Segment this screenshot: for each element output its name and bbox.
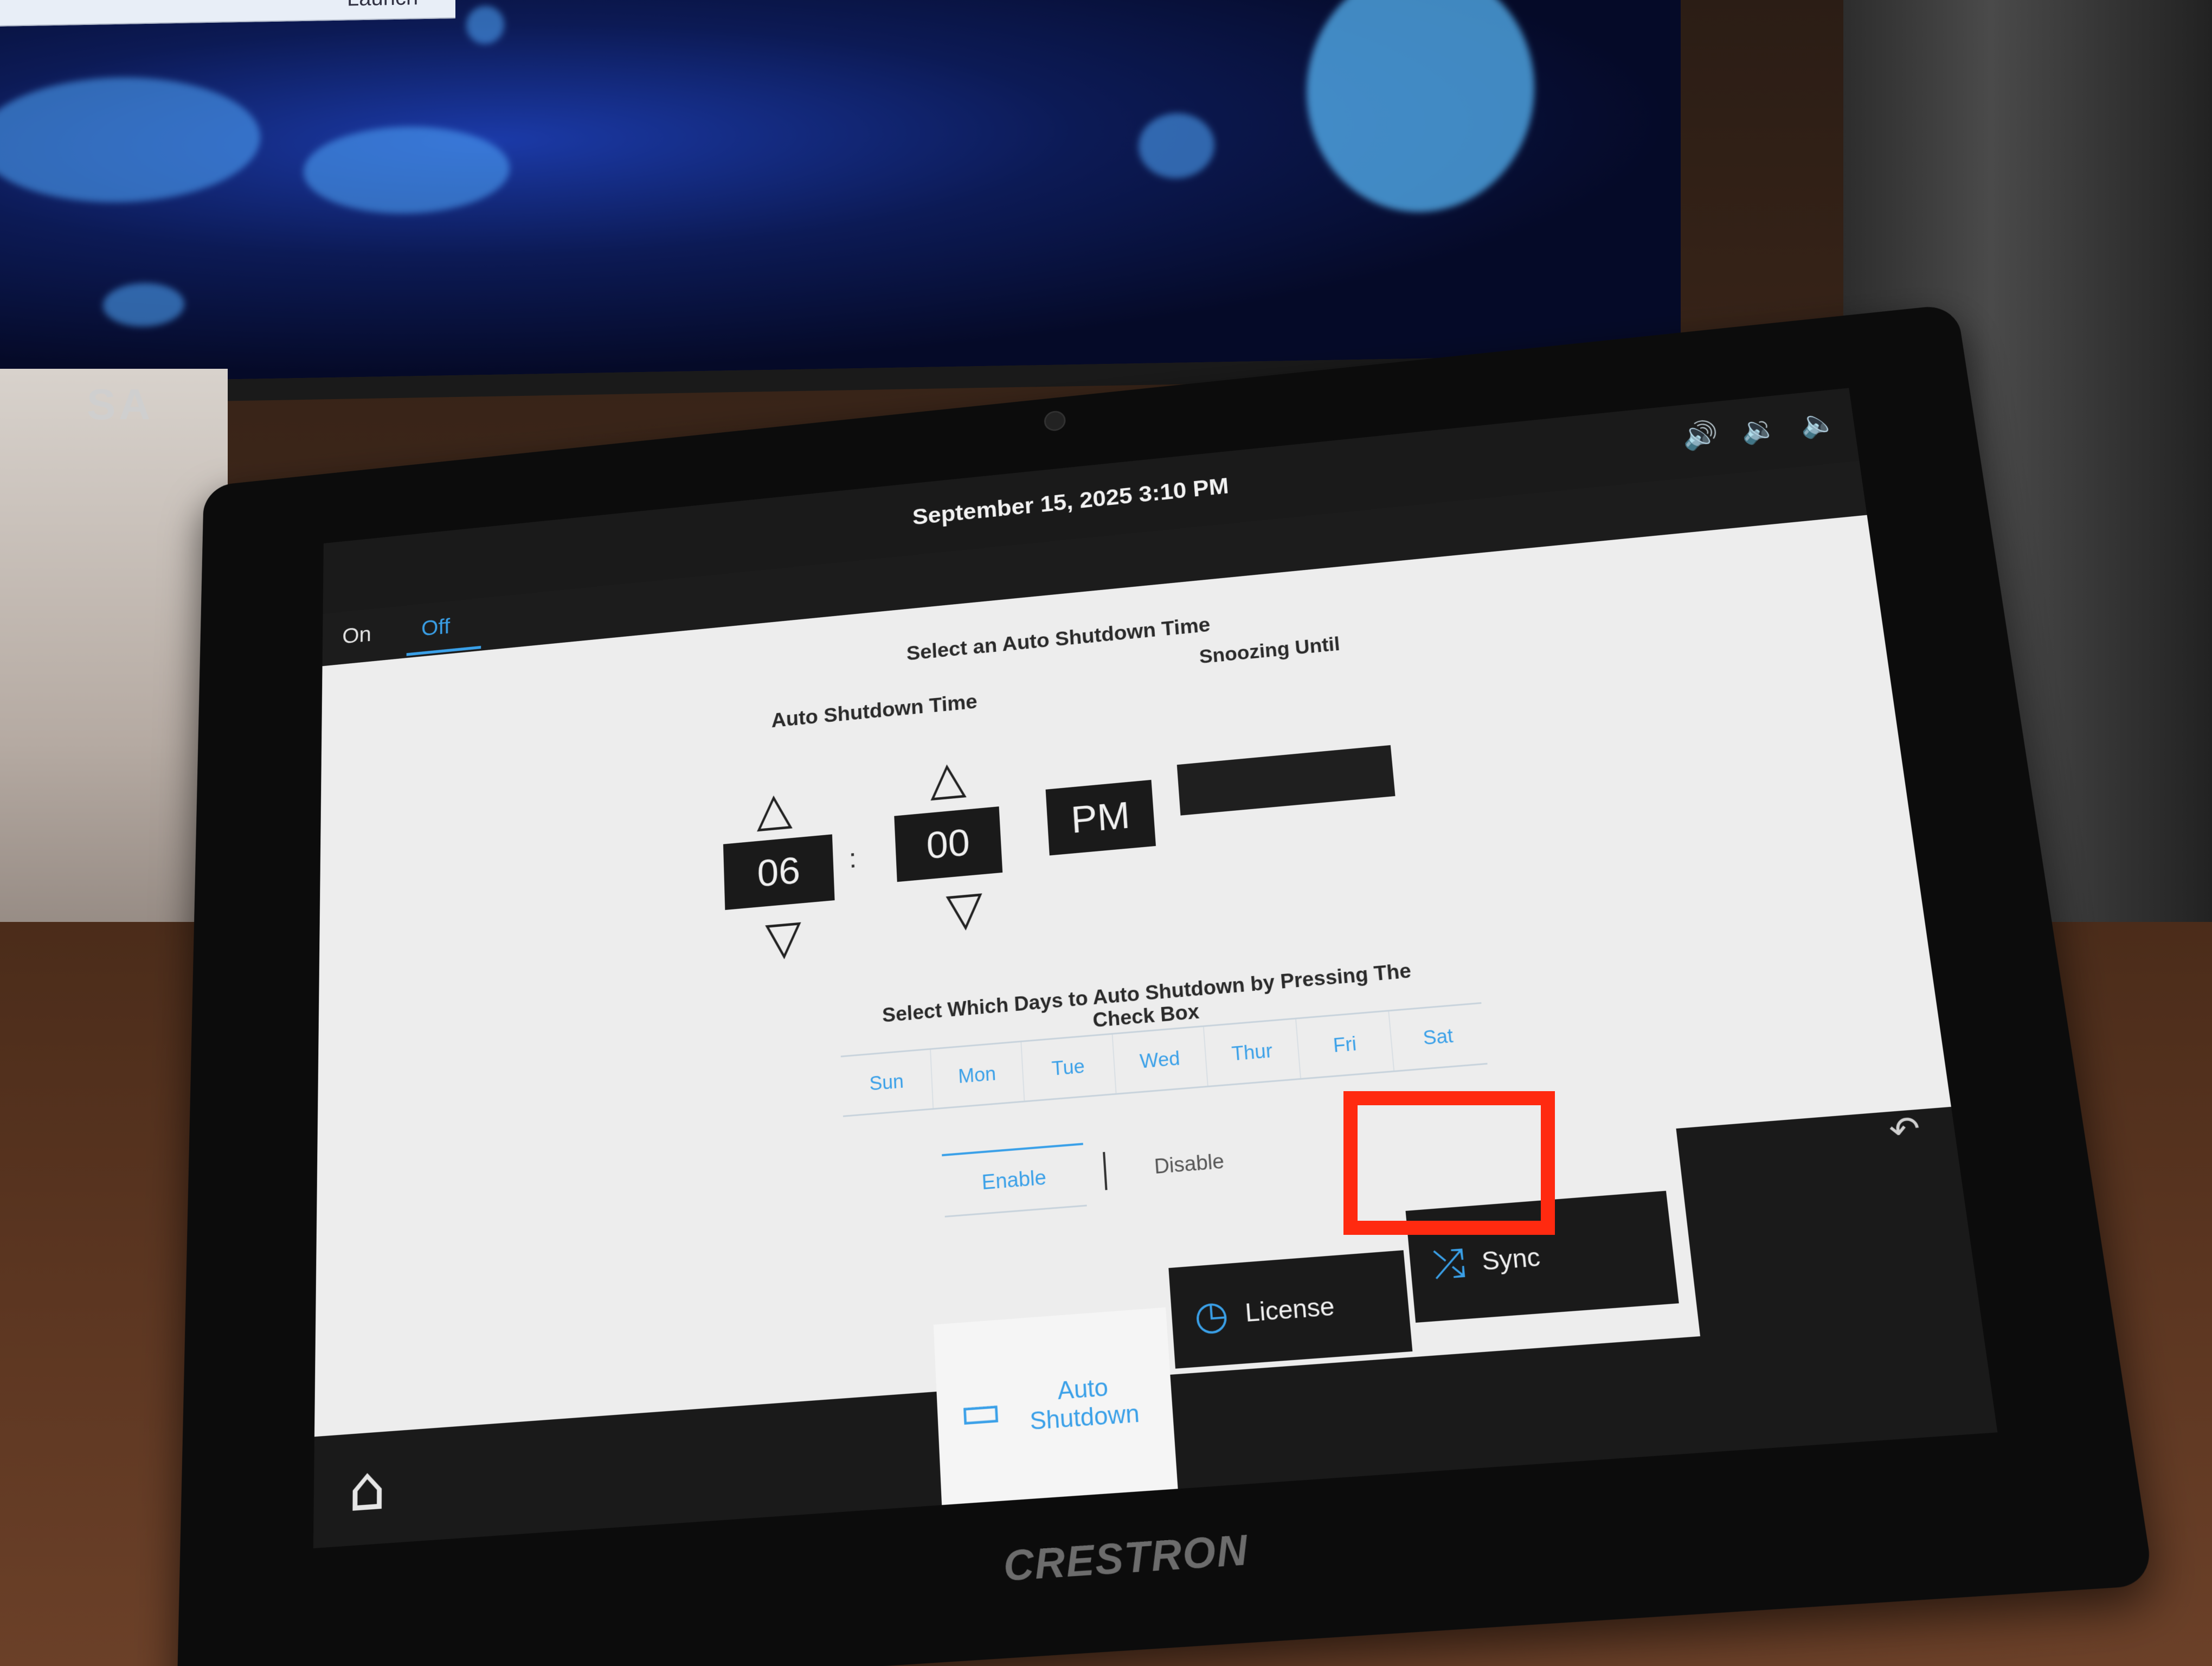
clock-icon: ◷ bbox=[1192, 1291, 1230, 1340]
day-checkbox-mon[interactable]: Mon bbox=[930, 1042, 1025, 1108]
power-on-button[interactable]: On bbox=[342, 622, 371, 649]
hour-up-arrow-icon[interactable]: △ bbox=[745, 781, 803, 837]
camera-lens bbox=[1043, 409, 1066, 432]
tab-auto-shutdown[interactable]: ▭ Auto Shutdown bbox=[933, 1307, 1178, 1505]
day-checkbox-sun[interactable]: Sun bbox=[840, 1049, 934, 1116]
enable-disable-divider bbox=[1103, 1152, 1108, 1190]
minute-down-arrow-icon[interactable]: ▽ bbox=[935, 881, 995, 938]
shuffle-icon: ⤮ bbox=[1431, 1239, 1467, 1288]
disable-button[interactable]: Disable bbox=[1127, 1130, 1252, 1199]
photo-scene: Launch SA September 15, 2025 3:10 PM 🔊 🔉… bbox=[0, 0, 2212, 1666]
auto-shutdown-time-label: Auto Shutdown Time bbox=[770, 690, 978, 732]
background-monitor-stand bbox=[0, 369, 228, 992]
minute-display: 00 bbox=[894, 806, 1003, 882]
volume-down-icon[interactable]: 🔉 bbox=[1733, 408, 1786, 451]
background-monitor-brand: SA bbox=[87, 380, 154, 428]
monitor-icon: ▭ bbox=[958, 1383, 1004, 1439]
back-arrow-icon[interactable]: ↶ bbox=[1870, 1103, 1940, 1157]
day-checkbox-tue[interactable]: Tue bbox=[1021, 1034, 1117, 1101]
volume-up-icon[interactable]: 🔈 bbox=[1792, 402, 1846, 446]
launch-label: Launch bbox=[347, 0, 418, 11]
crestron-touch-panel: September 15, 2025 3:10 PM 🔊 🔉 🔈 On Off … bbox=[176, 304, 2155, 1666]
sync-highlight-annotation bbox=[1343, 1091, 1555, 1235]
snoozing-until-display bbox=[1176, 745, 1396, 816]
day-checkbox-thur[interactable]: Thur bbox=[1204, 1019, 1302, 1086]
background-window-strip: Launch bbox=[0, 0, 455, 27]
power-off-button[interactable]: Off bbox=[421, 614, 450, 641]
volume-mute-toggle-icon[interactable]: 🔊 bbox=[1674, 414, 1727, 457]
day-checkbox-wed[interactable]: Wed bbox=[1113, 1027, 1209, 1093]
day-checkbox-sat[interactable]: Sat bbox=[1389, 1004, 1487, 1071]
touch-screen: September 15, 2025 3:10 PM 🔊 🔉 🔈 On Off … bbox=[313, 388, 1998, 1548]
hour-down-arrow-icon[interactable]: ▽ bbox=[754, 909, 813, 966]
enable-button[interactable]: Enable bbox=[942, 1143, 1087, 1218]
tab-license[interactable]: ◷ License bbox=[1168, 1250, 1413, 1369]
tab-label: License bbox=[1244, 1291, 1336, 1328]
hour-display: 06 bbox=[723, 834, 835, 910]
power-off-selected-indicator bbox=[406, 645, 481, 656]
time-separator: : bbox=[848, 843, 858, 874]
home-icon[interactable]: ⌂ bbox=[330, 1447, 405, 1530]
tab-label: Sync bbox=[1480, 1242, 1542, 1276]
day-checkbox-fri[interactable]: Fri bbox=[1296, 1011, 1395, 1078]
background-monitor: Launch bbox=[0, 0, 1681, 406]
minute-up-arrow-icon[interactable]: △ bbox=[918, 750, 978, 806]
crestron-logo: CRESTRON bbox=[1002, 1525, 1250, 1591]
am-pm-toggle[interactable]: PM bbox=[1045, 779, 1156, 856]
tab-label: Auto Shutdown bbox=[1029, 1373, 1141, 1436]
